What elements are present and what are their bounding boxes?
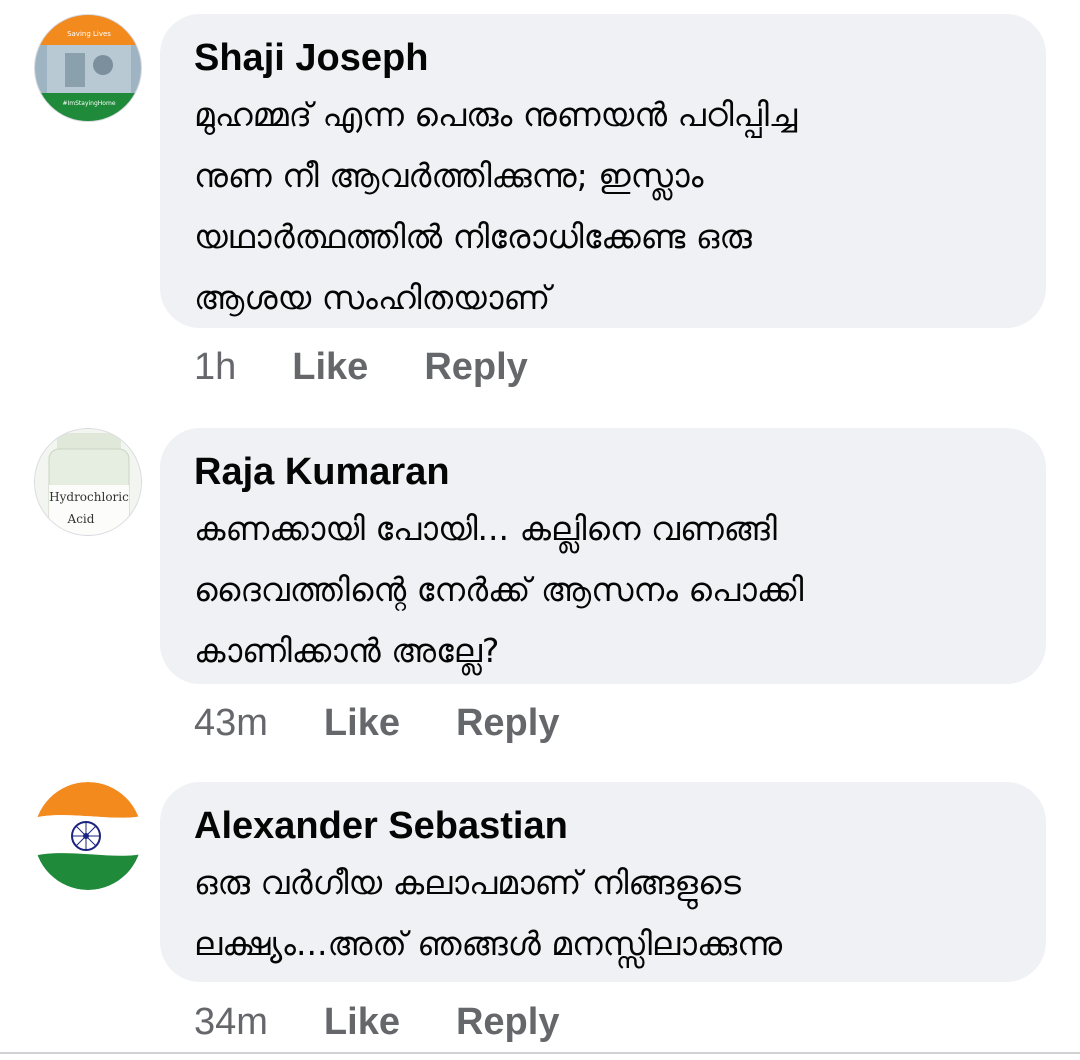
- avatar-bottom-text: #ImStayingHome: [62, 100, 115, 107]
- divider: [0, 1052, 1080, 1054]
- comment-text: ഒരു വർഗീയ കലാപമാണ് നിങ്ങളുടെ ലക്ഷ്യം...അ…: [194, 863, 783, 963]
- like-button[interactable]: Like: [324, 1001, 400, 1044]
- avatar-label-line1: Hydrochloric: [49, 490, 129, 504]
- comment-bubble: Alexander Sebastian ഒരു വർഗീയ കലാപമാണ് ന…: [160, 782, 1046, 982]
- comment-timestamp[interactable]: 43m: [194, 702, 268, 745]
- comment-actions: 1h Like Reply: [194, 346, 528, 389]
- comment-timestamp[interactable]: 1h: [194, 346, 236, 389]
- author-name[interactable]: Raja Kumaran: [194, 450, 1012, 494]
- comment-actions: 34m Like Reply: [194, 1001, 559, 1044]
- comment-bubble: Shaji Joseph മുഹമ്മദ് എന്ന പെരും നുണയൻ പ…: [160, 14, 1046, 328]
- avatar-label-line2: Acid: [67, 512, 95, 526]
- comment-actions: 43m Like Reply: [194, 702, 559, 745]
- bottle-avatar-icon: Hydrochloric Acid: [35, 429, 141, 535]
- avatar[interactable]: Hydrochloric Acid: [34, 428, 142, 536]
- comment-text: മുഹമ്മദ് എന്ന പെരും നുണയൻ പഠിപ്പിച്ച നുണ…: [194, 95, 798, 317]
- like-button[interactable]: Like: [324, 702, 400, 745]
- comment-text: കണക്കായി പോയി... കല്ലിനെ വണങ്ങി ദൈവത്തിന…: [194, 509, 804, 670]
- author-name[interactable]: Shaji Joseph: [194, 36, 1012, 80]
- avatar[interactable]: [34, 782, 142, 890]
- author-name[interactable]: Alexander Sebastian: [194, 804, 1012, 848]
- covid-frame-avatar-icon: Saving Lives #ImStayingHome: [35, 15, 141, 121]
- reply-button[interactable]: Reply: [456, 702, 559, 745]
- reply-button[interactable]: Reply: [456, 1001, 559, 1044]
- india-flag-avatar-icon: [34, 782, 142, 890]
- avatar[interactable]: Saving Lives #ImStayingHome: [34, 14, 142, 122]
- like-button[interactable]: Like: [292, 346, 368, 389]
- reply-button[interactable]: Reply: [424, 346, 527, 389]
- comment-timestamp[interactable]: 34m: [194, 1001, 268, 1044]
- avatar-top-text: Saving Lives: [67, 30, 111, 38]
- comment-bubble: Raja Kumaran കണക്കായി പോയി... കല്ലിനെ വണ…: [160, 428, 1046, 684]
